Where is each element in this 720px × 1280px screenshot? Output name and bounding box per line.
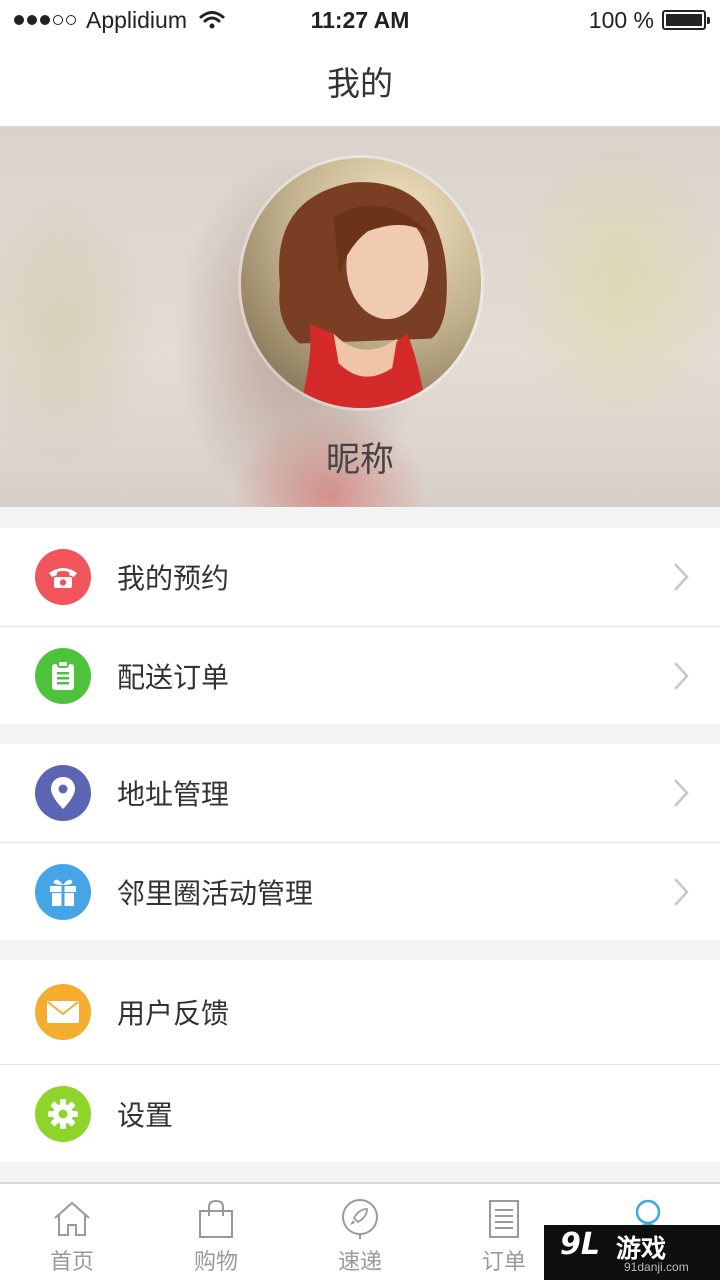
profile-header: 昵称 [0, 127, 720, 507]
shopping-bag-icon [199, 1199, 233, 1238]
home-icon [54, 1201, 90, 1236]
chevron-right-icon [674, 563, 689, 591]
tab-label: 首页 [49, 1250, 94, 1275]
avatar[interactable] [238, 155, 484, 411]
watermark-logo: 9L 游戏 91danji.com [544, 1225, 720, 1280]
menu-group-3: 用户反馈 设置 [0, 960, 720, 1162]
chevron-right-icon [674, 779, 689, 807]
tab-shopping[interactable]: 购物 [144, 1184, 288, 1280]
telephone-icon [35, 549, 91, 605]
menu-item-neighborhood-activities[interactable]: 邻里圈活动管理 [0, 842, 720, 940]
clipboard-icon [35, 647, 91, 704]
nickname[interactable]: 昵称 [0, 432, 720, 481]
menu-item-label: 设置 [117, 1098, 174, 1132]
menu-item-label: 配送订单 [117, 660, 230, 694]
menu-item-my-appointments[interactable]: 我的预约 [0, 528, 720, 626]
tab-label: 订单 [481, 1250, 526, 1275]
battery-icon [662, 10, 710, 30]
menu-item-delivery-orders[interactable]: 配送订单 [0, 626, 720, 724]
menu-item-label: 邻里圈活动管理 [117, 876, 314, 910]
tab-label: 速递 [337, 1250, 382, 1275]
gift-icon [35, 863, 91, 920]
menu-item-label: 用户反馈 [117, 997, 230, 1030]
order-list-icon [489, 1200, 519, 1238]
menu-item-label: 我的预约 [117, 562, 230, 595]
gear-icon [35, 1085, 91, 1142]
tab-express[interactable]: 速递 [288, 1184, 432, 1280]
envelope-icon [35, 984, 91, 1040]
menu-item-settings[interactable]: 设置 [0, 1064, 720, 1162]
watermark-url: 91danji.com [624, 1260, 689, 1274]
chevron-right-icon [674, 877, 689, 906]
page-title: 我的 [327, 64, 393, 103]
chevron-right-icon [674, 661, 689, 690]
menu-item-label: 地址管理 [117, 778, 230, 811]
menu-group-1: 我的预约 配送订单 [0, 528, 720, 724]
navigation-bar: 我的 [0, 40, 720, 127]
status-bar: Applidium 11:27 AM 100 % [0, 0, 720, 40]
tab-label: 购物 [193, 1250, 238, 1275]
menu-item-user-feedback[interactable]: 用户反馈 [0, 960, 720, 1064]
location-pin-icon [35, 765, 91, 821]
menu-item-address-management[interactable]: 地址管理 [0, 744, 720, 842]
status-right: 100 % [588, 0, 710, 40]
menu-group-2: 地址管理 邻里圈活动管理 [0, 744, 720, 940]
watermark-mark: 9L [560, 1227, 600, 1262]
rocket-icon [342, 1199, 378, 1239]
tab-home[interactable]: 首页 [0, 1184, 144, 1280]
battery-percentage: 100 % [588, 6, 654, 33]
